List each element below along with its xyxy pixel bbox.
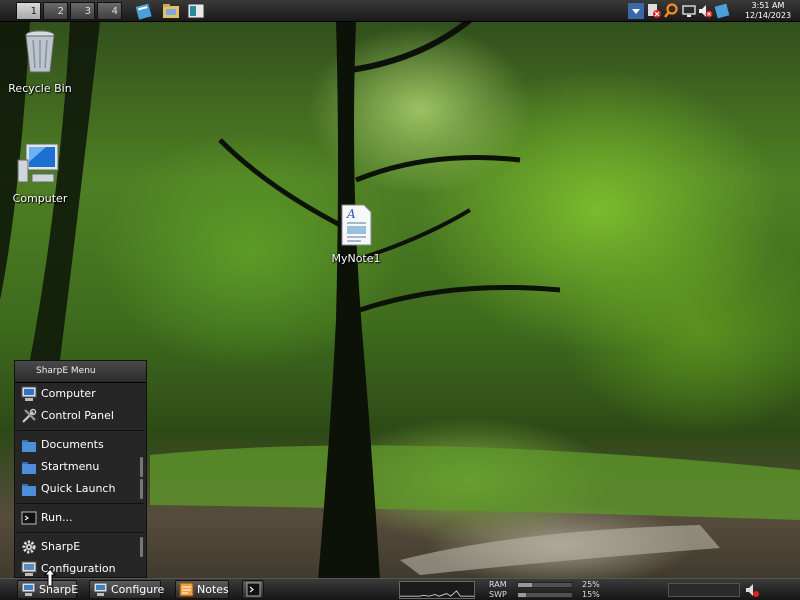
workspace-label: 1: [30, 6, 37, 17]
menu-item-configuration[interactable]: Configuration: [15, 558, 146, 580]
gear-icon: [22, 540, 36, 554]
start-menu: SharpE Menu Computer Control Panel Docum…: [14, 360, 147, 578]
menu-item-label: Computer: [41, 387, 96, 400]
volume-slider[interactable]: [668, 583, 740, 597]
menu-item-label: Documents: [41, 438, 104, 451]
ram-bar-fill: [518, 583, 532, 587]
workspace-label: 2: [57, 6, 64, 17]
menu-separator: [17, 532, 144, 533]
computer-icon: [21, 386, 37, 401]
clock[interactable]: 3:51 AM 12/14/2023: [736, 0, 800, 22]
menu-item-sharpe[interactable]: SharpE: [15, 536, 146, 558]
desktop-icon-computer[interactable]: Computer: [0, 142, 80, 205]
menu-item-label: SharpE: [41, 540, 81, 553]
workspace-label: 3: [84, 6, 91, 17]
ram-percent: 25%: [582, 580, 600, 589]
menu-item-run[interactable]: Run...: [15, 507, 146, 529]
desktop-icon-mynote1[interactable]: A MyNote1: [316, 204, 396, 265]
menu-item-label: Startmenu: [41, 460, 100, 473]
taskbar-button-label: Configure: [111, 583, 165, 596]
menu-title: SharpE Menu: [15, 361, 146, 383]
taskbar-button-label: Notes: [197, 583, 229, 596]
workspace-2-button[interactable]: 2: [43, 2, 68, 20]
swap-bar: [517, 592, 573, 598]
configure-button[interactable]: Configure: [89, 580, 165, 599]
configuration-icon: [21, 561, 37, 576]
arrow-down-icon[interactable]: [628, 3, 644, 19]
notes-button[interactable]: Notes: [175, 580, 229, 599]
clock-date: 12/14/2023: [744, 11, 792, 20]
workspace-1-button[interactable]: 1: [16, 2, 41, 20]
menu-item-computer[interactable]: Computer: [15, 383, 146, 405]
ram-bar: [517, 582, 573, 588]
menu-separator: [17, 430, 144, 431]
desktop-icon-recycle-bin[interactable]: Recycle Bin: [0, 28, 80, 95]
desktop-icon-label: Recycle Bin: [8, 82, 72, 95]
workspace-3-button[interactable]: 3: [70, 2, 95, 20]
menu-item-label: Control Panel: [41, 409, 114, 422]
screen-icon[interactable]: [187, 2, 205, 20]
desktop-icon-label: MyNote1: [331, 252, 381, 265]
display-icon[interactable]: [681, 3, 697, 19]
submenu-indicator: [140, 479, 143, 499]
folder-icon: [22, 484, 36, 496]
run-icon: [21, 511, 37, 525]
notes-icon: [179, 582, 194, 597]
terminal-button[interactable]: [242, 580, 264, 599]
cpu-graph[interactable]: [399, 581, 475, 599]
menu-item-startmenu[interactable]: Startmenu: [15, 456, 146, 478]
menu-item-label: Run...: [41, 511, 73, 524]
notes-icon[interactable]: [135, 2, 153, 20]
submenu-indicator: [140, 537, 143, 557]
workspace-label: 4: [111, 6, 118, 17]
network-disabled-icon[interactable]: [646, 3, 662, 19]
volume-muted-icon[interactable]: [744, 582, 760, 598]
svg-text:A: A: [346, 207, 356, 221]
menu-item-quick-launch[interactable]: Quick Launch: [15, 478, 146, 500]
tools-icon: [22, 408, 37, 423]
menu-item-control-panel[interactable]: Control Panel: [15, 405, 146, 427]
search-icon[interactable]: [663, 3, 679, 19]
ram-label: RAM: [489, 580, 507, 589]
swap-percent: 15%: [582, 590, 600, 599]
volume-muted-icon[interactable]: [697, 3, 713, 19]
file-manager-icon[interactable]: [162, 2, 180, 20]
submenu-indicator: [140, 457, 143, 477]
folder-icon: [22, 462, 36, 474]
mouse-cursor-icon: [44, 569, 56, 587]
notes-tray-icon[interactable]: [714, 3, 730, 19]
configure-icon: [93, 582, 108, 596]
sharpe-icon: [21, 582, 36, 596]
top-panel: 1 2 3 4 3:51 AM 12/14/2023: [0, 0, 800, 22]
computer-icon: [17, 143, 59, 183]
document-icon: A: [341, 204, 372, 246]
menu-item-documents[interactable]: Documents: [15, 434, 146, 456]
clock-time: 3:51 AM: [751, 1, 785, 10]
desktop-icon-label: Computer: [12, 192, 68, 205]
recycle-bin-icon: [25, 30, 55, 73]
menu-separator: [17, 503, 144, 504]
folder-icon: [22, 440, 36, 452]
workspace-4-button[interactable]: 4: [97, 2, 122, 20]
menu-item-label: Quick Launch: [41, 482, 116, 495]
swap-bar-fill: [518, 593, 527, 597]
terminal-icon: [246, 582, 261, 597]
taskbar: SharpE Configure Notes RAM 25% SWP 15%: [0, 578, 800, 600]
swap-label: SWP: [489, 590, 507, 599]
